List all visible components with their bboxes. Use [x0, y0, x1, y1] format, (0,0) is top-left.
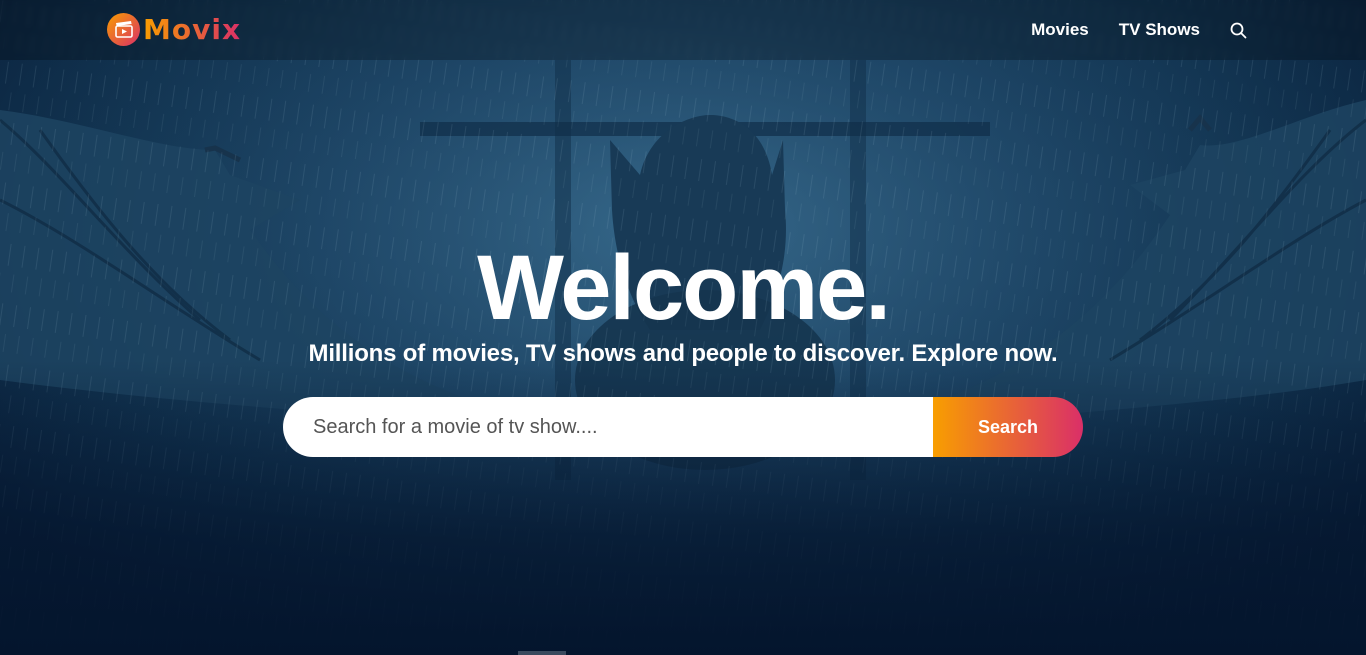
hero-title: Welcome. — [477, 237, 891, 339]
main-nav: Movies TV Shows — [1001, 0, 1248, 60]
nav-item-tv-shows[interactable]: TV Shows — [1119, 20, 1200, 40]
search-icon[interactable] — [1230, 21, 1248, 39]
site-header: Movix Movies TV Shows — [0, 0, 1366, 60]
logo-text: Movix — [143, 12, 242, 46]
hero-search-bar: Search — [283, 397, 1083, 457]
logo[interactable]: Movix — [107, 12, 241, 46]
search-input[interactable] — [283, 397, 933, 457]
hero-subtitle: Millions of movies, TV shows and people … — [308, 340, 1058, 367]
horizontal-scrollbar-thumb[interactable] — [518, 651, 566, 655]
hero-content: Welcome. Millions of movies, TV shows an… — [0, 238, 1366, 368]
search-button[interactable]: Search — [933, 397, 1083, 457]
film-clapper-icon — [107, 12, 140, 46]
nav-item-movies[interactable]: Movies — [1031, 20, 1089, 40]
